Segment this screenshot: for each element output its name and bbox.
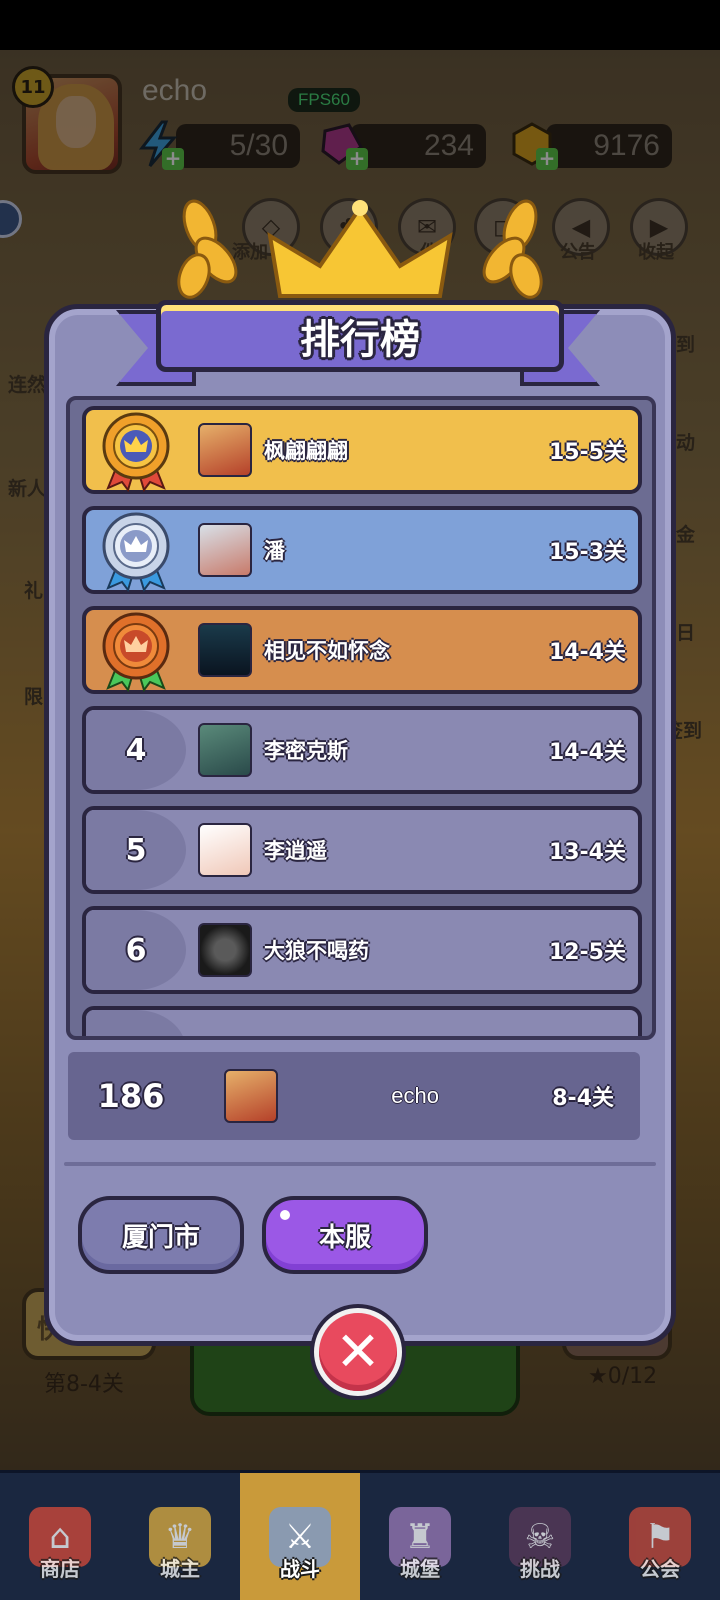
- nav-guild[interactable]: ⚑ 公会: [600, 1473, 720, 1600]
- crown-laurel-icon: [177, 199, 543, 299]
- self-stage: 8-4关: [552, 1086, 614, 1111]
- player-avatar: [198, 723, 252, 777]
- nav-lord[interactable]: ♛ 城主: [120, 1473, 240, 1600]
- leaderboard-row[interactable]: 潘 15-3关: [82, 506, 642, 594]
- modal-title: 排行榜: [300, 317, 420, 363]
- player-name: 李密克斯: [264, 739, 348, 763]
- title-ribbon: 排行榜: [156, 300, 564, 372]
- bronze-medal-icon: [86, 610, 186, 692]
- leaderboard-row[interactable]: [82, 1006, 642, 1036]
- self-avatar: [224, 1069, 278, 1123]
- nav-castle[interactable]: ♜ 城堡: [360, 1473, 480, 1600]
- leaderboard-row[interactable]: 6 大狼不喝药 12-5关: [82, 906, 642, 994]
- close-icon: ✕: [319, 1313, 397, 1391]
- nav-challenge[interactable]: ☠ 挑战: [480, 1473, 600, 1600]
- player-name: 大狼不喝药: [264, 939, 369, 963]
- player-avatar: [198, 523, 252, 577]
- rank-number: 6: [125, 932, 147, 968]
- player-stage: 15-5关: [548, 440, 626, 465]
- bottom-nav: ⌂ 商店 ♛ 城主 ⚔ 战斗 ♜ 城堡 ☠ 挑战 ⚑ 公会: [0, 1470, 720, 1600]
- player-avatar: [198, 423, 252, 477]
- player-avatar: [198, 923, 252, 977]
- divider: [64, 1162, 656, 1166]
- player-name: 李逍遥: [264, 839, 327, 863]
- tab-server[interactable]: 本服: [262, 1196, 428, 1274]
- player-name: 枫翩翩翩: [264, 439, 348, 463]
- player-avatar: [198, 623, 252, 677]
- leaderboard-list[interactable]: 枫翩翩翩 15-5关 潘 15-3关 相见不如怀念 14-4关 4 李密克斯 1…: [66, 396, 656, 1040]
- leaderboard-row[interactable]: 相见不如怀念 14-4关: [82, 606, 642, 694]
- nav-battle[interactable]: ⚔ 战斗: [240, 1473, 360, 1600]
- close-button[interactable]: ✕: [310, 1304, 406, 1400]
- nav-shop[interactable]: ⌂ 商店: [0, 1473, 120, 1600]
- player-stage: 14-4关: [548, 640, 626, 665]
- rank-number: 5: [125, 832, 147, 868]
- player-stage: 15-3关: [548, 540, 626, 565]
- self-rank-number: 186: [97, 1077, 165, 1115]
- self-rank-row: 186 echo 8-4关: [68, 1052, 640, 1140]
- player-stage: 12-5关: [548, 940, 626, 965]
- gold-medal-icon: [86, 410, 186, 492]
- leaderboard-row[interactable]: 4 李密克斯 14-4关: [82, 706, 642, 794]
- player-stage: 13-4关: [548, 840, 626, 865]
- self-name: echo: [391, 1083, 439, 1108]
- player-name: 潘: [264, 539, 285, 563]
- leaderboard-row[interactable]: 5 李逍遥 13-4关: [82, 806, 642, 894]
- status-bar: [0, 0, 720, 50]
- tab-city[interactable]: 厦门市: [78, 1196, 244, 1274]
- rank-number: 4: [125, 732, 147, 768]
- leaderboard-row[interactable]: 枫翩翩翩 15-5关: [82, 406, 642, 494]
- player-avatar: [198, 823, 252, 877]
- player-stage: 14-4关: [548, 740, 626, 765]
- silver-medal-icon: [86, 510, 186, 592]
- player-name: 相见不如怀念: [264, 639, 390, 663]
